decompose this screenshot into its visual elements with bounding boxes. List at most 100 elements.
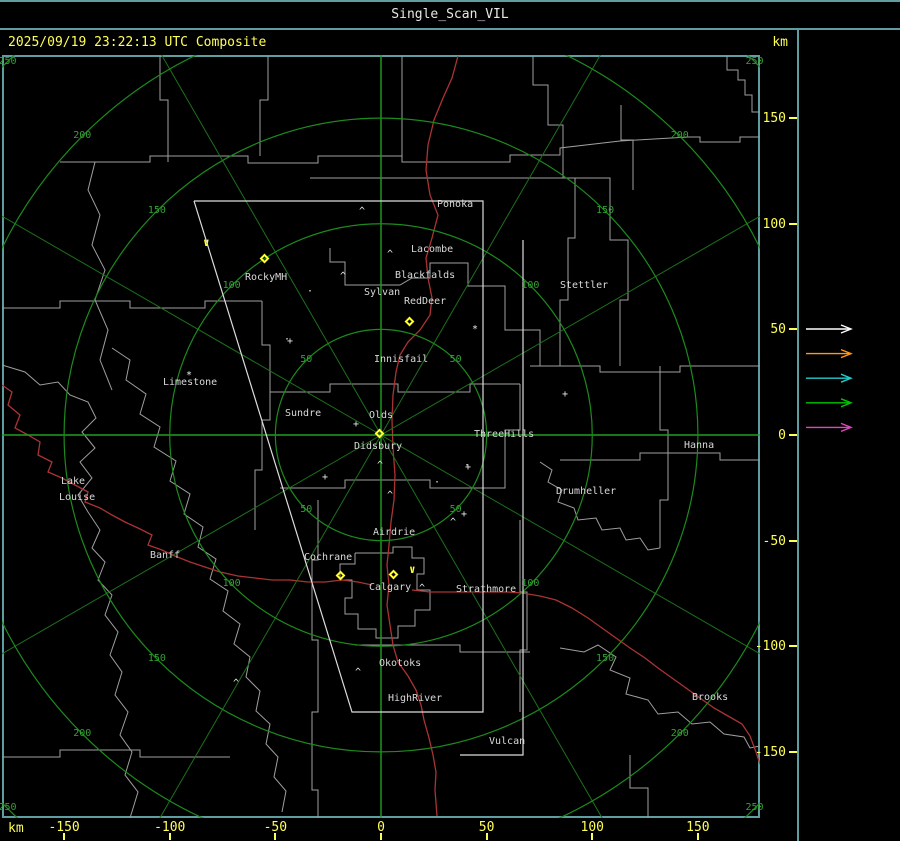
radar-viewer-window: { "window": { "title": "Single_Scan_VIL"… [0,0,900,841]
range-ring-label: 200 [73,727,92,739]
y-axis-tick-label: 150 [762,111,786,127]
map-point-marker: · [434,477,441,488]
x-axis-tick [63,833,66,840]
city-label-banff: Banff [150,550,181,561]
city-label-stettler: Stettler [560,280,609,291]
map-point-marker: ^ [419,583,426,594]
city-label-cochrane: Cochrane [304,552,353,563]
range-ring-label: 100 [521,578,540,590]
county-boundary [60,155,452,164]
city-label-innisfail: Innisfail [374,354,429,365]
x-axis-tick [485,833,488,840]
range-ring-label: 250 [745,802,764,814]
y-axis-tick-label: -100 [754,639,786,655]
city-label-lake: Lake [61,476,86,487]
map-point-marker: + [322,472,329,483]
city-label-brooks: Brooks [692,692,729,703]
county-boundary [2,300,262,309]
range-ring-label: 50 [300,354,313,366]
range-ring-label: 150 [147,653,166,665]
radial-line [161,55,382,436]
city-label-sundre: Sundre [285,408,322,419]
map-point-marker: * [472,324,479,335]
county-boundary [620,105,634,190]
range-ring-label: 100 [222,279,241,291]
map-point-marker: ^ [359,206,366,217]
city-label-didsbury: Didsbury [354,441,403,452]
map-point-marker: + [562,389,569,400]
city-label-olds: Olds [369,410,394,421]
county-boundary [329,248,541,366]
county-boundary [254,301,271,530]
x-axis-tick [380,833,382,840]
map-point-marker: · [464,460,471,471]
range-ring-label: 50 [449,354,462,366]
map-point-marker: ^ [387,490,394,501]
radar-map-canvas [2,55,853,818]
y-axis-tick-label: 0 [778,428,786,443]
x-axis-tick [696,833,699,840]
map-point-marker: ^ [377,460,384,471]
range-ring-label: 50 [300,503,313,515]
range-ring-label: 250 [0,55,17,67]
map-point-marker: ^ [340,271,347,282]
range-ring-label: 150 [596,653,615,665]
y-axis-tick-label: 50 [770,322,786,338]
map-point-marker: · [284,334,291,345]
x-axis-tick [168,833,171,840]
city-label-vulcan: Vulcan [489,736,526,747]
city-label-threehills: ThreeHills [474,429,535,440]
county-boundary [560,452,760,461]
city-label-reddeer: RedDeer [404,296,447,307]
radial-line [380,55,601,436]
x-axis-unit-label: km [8,821,24,836]
range-ring-label: 200 [670,727,689,739]
x-axis-tick [591,833,594,840]
city-label-blackfalds: Blackfalds [395,270,456,281]
city-label-drumheller: Drumheller [556,486,617,497]
range-ring-label: 250 [0,802,17,814]
map-point-marker: + [461,509,468,520]
range-ring-label: 200 [73,130,92,142]
map-point-marker: * [186,370,193,381]
map-point-marker: ^ [233,678,240,689]
map-point-marker: ^ [355,667,362,678]
county-boundary [559,644,760,749]
city-label-ponoka: Ponoka [437,199,474,210]
y-axis-tick-label: -150 [754,744,786,760]
county-boundary [532,56,576,366]
city-label-louise: Louise [59,492,96,503]
x-axis-tick [274,833,277,840]
county-boundary [111,347,287,813]
map-point-marker: · [307,286,314,297]
y-axis-tick-label: 100 [762,216,786,232]
legend-separator [797,28,799,841]
legend-panel: kg/m2 16013010070503020842 09EA111V27ZW3… [800,30,900,841]
city-label-strathmore: Strathmore [456,584,517,595]
storm-vector-arrow: ∨ [409,563,416,576]
city-label-hanna: Hanna [684,440,715,451]
range-ring-label: 150 [596,204,615,216]
city-label-okotoks: Okotoks [379,658,422,669]
map-point-marker: ^ [450,517,457,528]
city-label-sylvan: Sylvan [364,287,401,298]
city-label-rockymh: RockyMH [245,272,288,283]
range-ring-label: 200 [670,130,689,142]
county-boundary [659,366,669,548]
city-label-lacombe: Lacombe [411,244,454,255]
city-label-airdrie: Airdrie [373,527,416,538]
county-boundary [530,365,760,373]
map-point-marker: + [353,419,360,430]
range-ring-label: 150 [147,204,166,216]
range-ring-label: 100 [222,578,241,590]
city-label-highriver: HighRiver [388,693,443,704]
range-ring-label: 250 [745,55,764,67]
storm-vector-arrow: ∨ [203,236,210,249]
county-boundary [87,161,113,391]
range-ring-label: 100 [521,279,540,291]
city-label-calgary: Calgary [369,582,412,593]
county-boundary [311,500,319,818]
radar-coverage-box [460,240,524,756]
y-axis-tick-label: -50 [762,533,786,549]
map-clip-group [2,55,760,818]
